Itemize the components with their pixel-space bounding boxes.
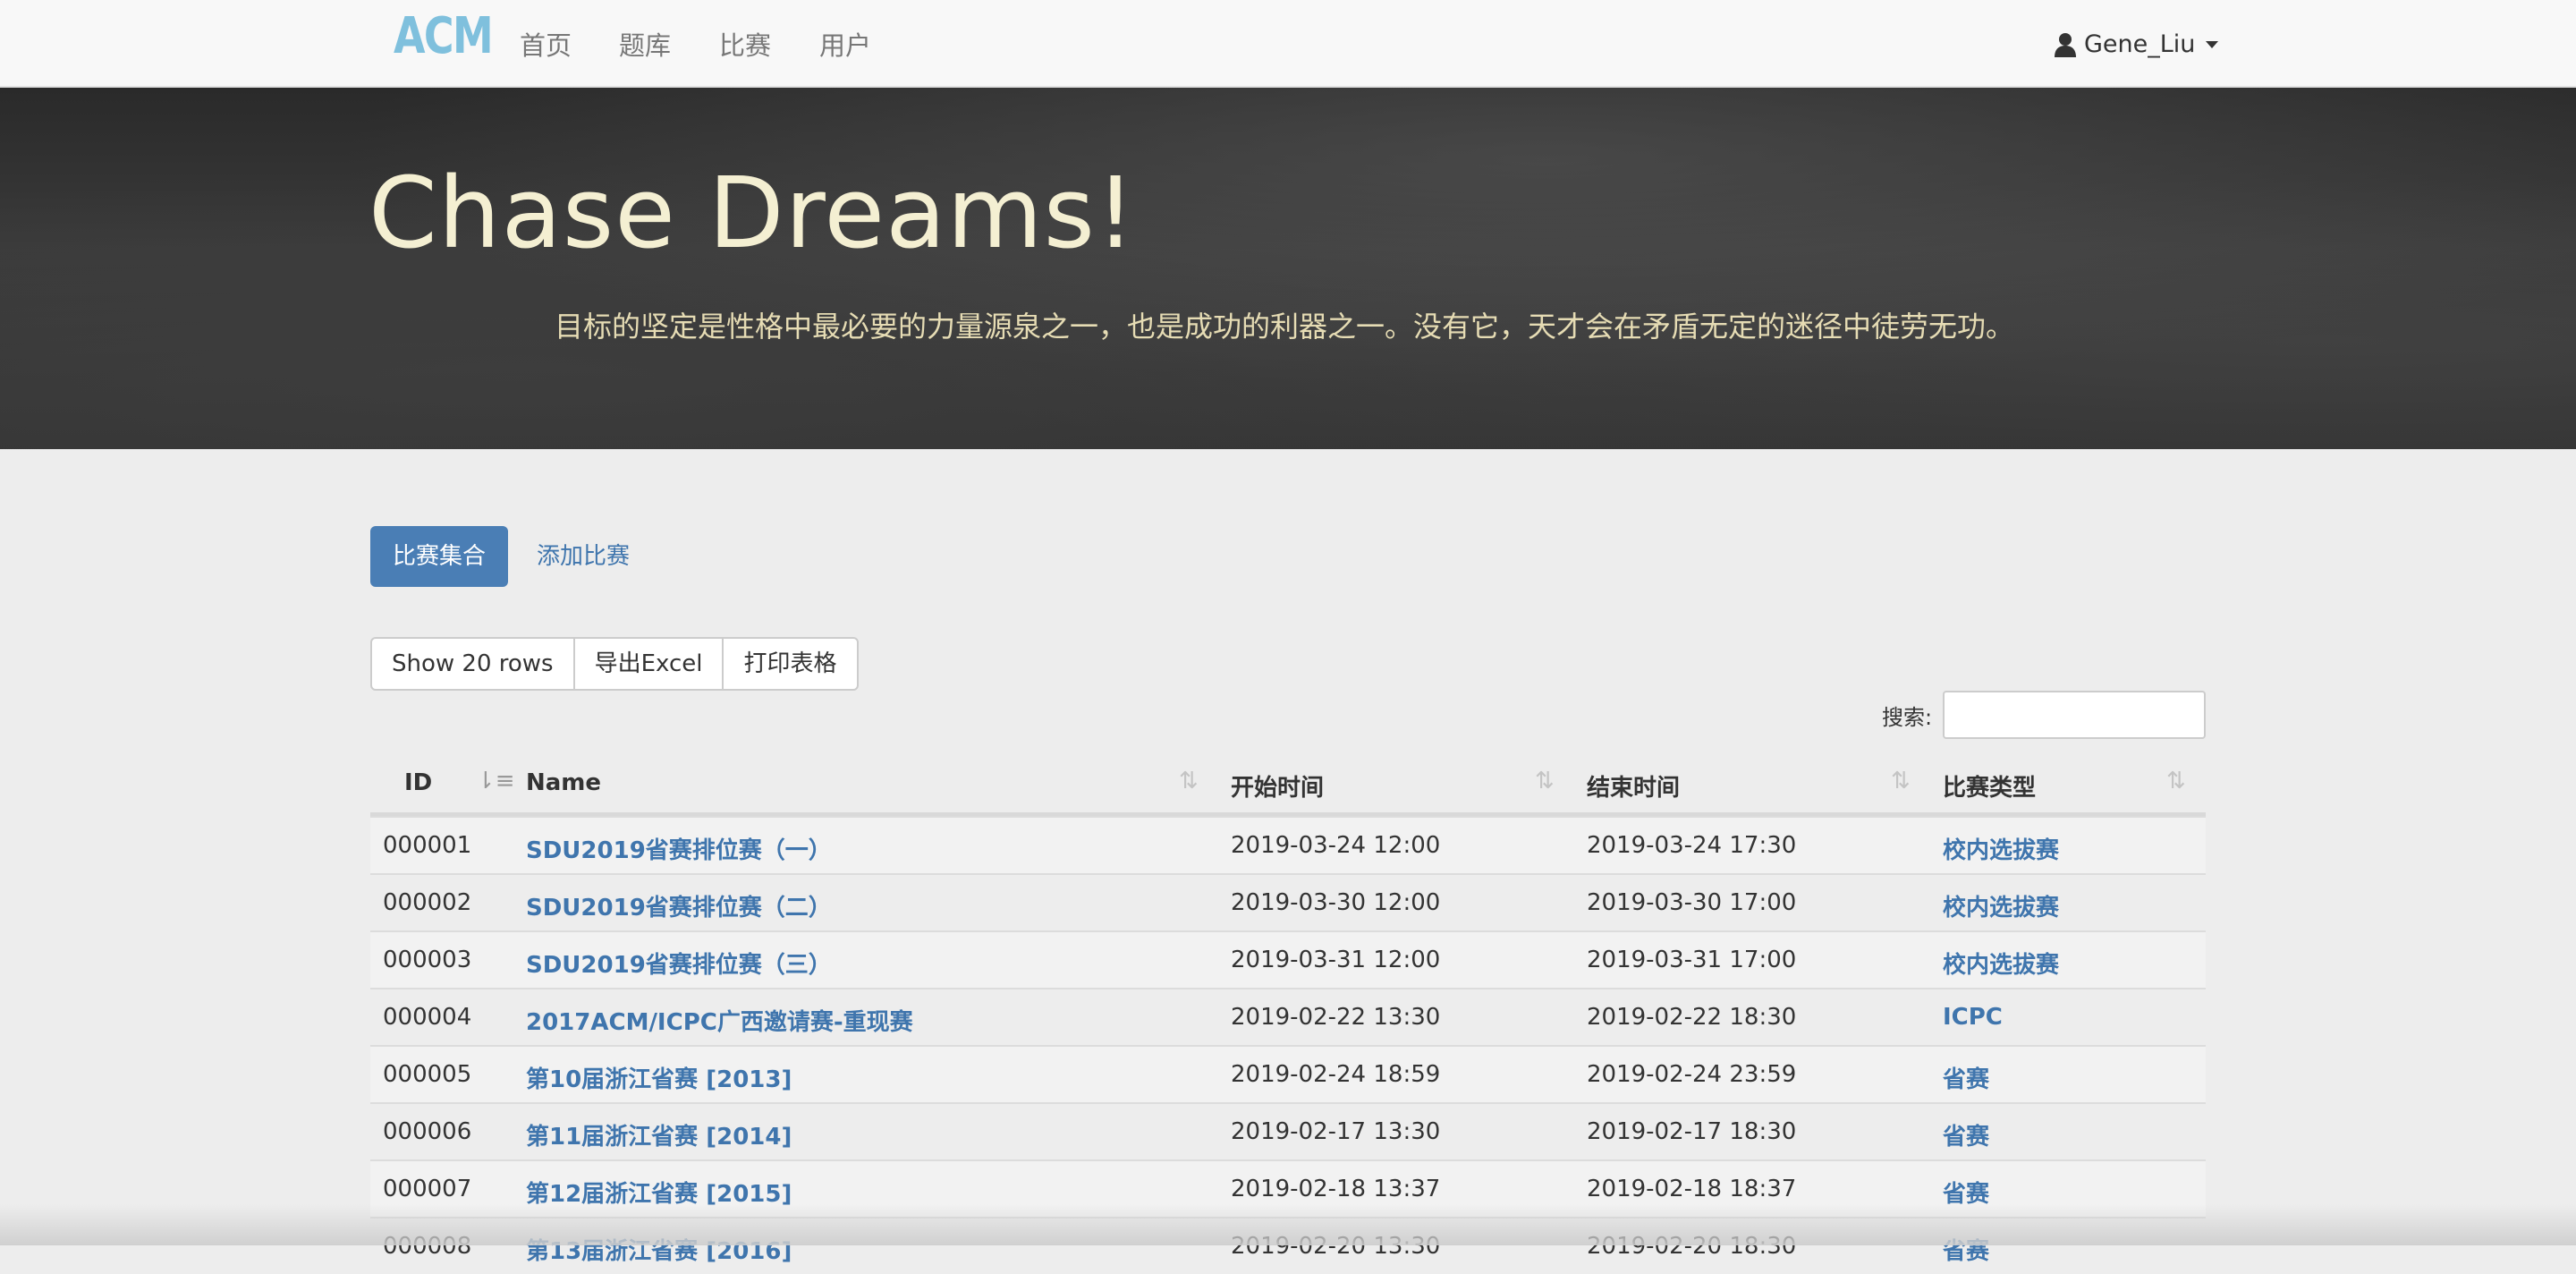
header-id[interactable]: ID xyxy=(404,769,432,796)
contest-type-link[interactable]: 校内选拔赛 xyxy=(1943,947,2059,980)
header-start-time[interactable]: 开始时间 xyxy=(1231,769,1324,803)
user-icon xyxy=(2055,32,2076,57)
cell-end-time: 2019-02-20 18:30 xyxy=(1587,1233,1797,1260)
nav-users[interactable]: 用户 xyxy=(819,25,871,63)
table-row: 000003 SDU2019省赛排位赛（三） 2019-03-31 12:00 … xyxy=(370,930,2206,988)
cell-start-time: 2019-03-31 12:00 xyxy=(1231,947,1441,973)
cell-id: 000002 xyxy=(383,889,472,916)
table-row: 000006 第11届浙江省赛 [2014] 2019-02-17 13:30 … xyxy=(370,1102,2206,1159)
user-name: Gene_Liu xyxy=(2084,30,2196,58)
contest-name-link[interactable]: 第11届浙江省赛 [2014] xyxy=(526,1118,792,1151)
cell-id: 000003 xyxy=(383,947,472,973)
print-table-button[interactable]: 打印表格 xyxy=(724,639,856,689)
cell-id: 000007 xyxy=(383,1176,472,1202)
contest-name-link[interactable]: 第10届浙江省赛 [2013] xyxy=(526,1061,792,1094)
table-row: 000005 第10届浙江省赛 [2013] 2019-02-24 18:59 … xyxy=(370,1045,2206,1102)
navbar: ACM 首页 题库 比赛 用户 Gene_Liu xyxy=(0,0,2576,88)
cell-start-time: 2019-03-30 12:00 xyxy=(1231,889,1441,916)
cell-end-time: 2019-02-17 18:30 xyxy=(1587,1118,1797,1145)
cell-start-time: 2019-02-18 13:37 xyxy=(1231,1176,1441,1202)
cell-id: 000006 xyxy=(383,1118,472,1145)
cell-id: 000005 xyxy=(383,1061,472,1088)
contest-type-link[interactable]: 校内选拔赛 xyxy=(1943,889,2059,922)
nav-problems[interactable]: 题库 xyxy=(619,25,671,63)
cell-end-time: 2019-03-31 17:00 xyxy=(1587,947,1797,973)
caret-down-icon xyxy=(2206,40,2219,48)
user-menu[interactable]: Gene_Liu xyxy=(2054,30,2219,58)
table-row: 000001 SDU2019省赛排位赛（一） 2019-03-24 12:00 … xyxy=(370,816,2206,873)
cell-id: 000004 xyxy=(383,1004,472,1031)
table-row: 000004 2017ACM/ICPC广西邀请赛-重现赛 2019-02-22 … xyxy=(370,988,2206,1045)
search-input[interactable] xyxy=(1943,691,2206,739)
cell-start-time: 2019-03-24 12:00 xyxy=(1231,832,1441,859)
sort-icon[interactable]: ⇅ xyxy=(1891,768,1911,794)
contest-name-link[interactable]: SDU2019省赛排位赛（二） xyxy=(526,889,832,922)
sort-icon[interactable]: ⇅ xyxy=(1535,768,1555,794)
header-end-time[interactable]: 结束时间 xyxy=(1587,769,1680,803)
contest-type-link[interactable]: 省赛 xyxy=(1943,1061,1989,1094)
cell-end-time: 2019-03-30 17:00 xyxy=(1587,889,1797,916)
tab-contest-collection[interactable]: 比赛集合 xyxy=(370,526,508,587)
nav-contest[interactable]: 比赛 xyxy=(719,25,771,63)
cell-id: 000008 xyxy=(383,1233,472,1260)
header-name[interactable]: Name xyxy=(526,769,601,796)
sort-icon[interactable]: ⇅ xyxy=(2166,768,2186,794)
cell-end-time: 2019-02-18 18:37 xyxy=(1587,1176,1797,1202)
cell-start-time: 2019-02-22 13:30 xyxy=(1231,1004,1441,1031)
contest-type-link[interactable]: 省赛 xyxy=(1943,1176,1989,1209)
table-header: ID ⇂≡ Name ⇅ 开始时间 ⇅ 结束时间 ⇅ 比赛类型 ⇅ xyxy=(370,753,2206,816)
contest-type-link[interactable]: 校内选拔赛 xyxy=(1943,832,2059,865)
cell-end-time: 2019-03-24 17:30 xyxy=(1587,832,1797,859)
contest-name-link[interactable]: 第13届浙江省赛 [2016] xyxy=(526,1233,792,1266)
export-excel-button[interactable]: 导出Excel xyxy=(575,639,724,689)
tab-add-contest[interactable]: 添加比赛 xyxy=(537,526,630,587)
search-label: 搜索: xyxy=(1882,705,1933,730)
show-rows-button[interactable]: Show 20 rows xyxy=(372,639,575,689)
contest-type-link[interactable]: 省赛 xyxy=(1943,1233,1989,1266)
contest-name-link[interactable]: SDU2019省赛排位赛（一） xyxy=(526,832,832,865)
table-toolbar: Show 20 rows 导出Excel 打印表格 xyxy=(370,637,859,691)
sort-icon[interactable]: ⇅ xyxy=(1179,768,1199,794)
table-row: 000002 SDU2019省赛排位赛（二） 2019-03-30 12:00 … xyxy=(370,873,2206,930)
cell-start-time: 2019-02-24 18:59 xyxy=(1231,1061,1441,1088)
sort-asc-icon[interactable]: ⇂≡ xyxy=(476,768,515,794)
hero-subtitle: 目标的坚定是性格中最必要的力量源泉之一，也是成功的利器之一。没有它，天才会在矛盾… xyxy=(555,310,2015,344)
cell-start-time: 2019-02-20 13:30 xyxy=(1231,1233,1441,1260)
contest-name-link[interactable]: 第12届浙江省赛 [2015] xyxy=(526,1176,792,1209)
cell-id: 000001 xyxy=(383,832,472,859)
contest-type-link[interactable]: 省赛 xyxy=(1943,1118,1989,1151)
header-contest-type[interactable]: 比赛类型 xyxy=(1943,769,2036,803)
contest-table: ID ⇂≡ Name ⇅ 开始时间 ⇅ 结束时间 ⇅ 比赛类型 ⇅ 000001… xyxy=(370,753,2206,1274)
contest-type-link[interactable]: ICPC xyxy=(1943,1004,2003,1031)
cell-end-time: 2019-02-24 23:59 xyxy=(1587,1061,1797,1088)
hero-banner: Chase Dreams! 目标的坚定是性格中最必要的力量源泉之一，也是成功的利… xyxy=(0,88,2576,449)
table-row: 000008 第13届浙江省赛 [2016] 2019-02-20 13:30 … xyxy=(370,1217,2206,1274)
nav-home[interactable]: 首页 xyxy=(520,25,572,63)
cell-start-time: 2019-02-17 13:30 xyxy=(1231,1118,1441,1145)
brand-logo[interactable]: ACM xyxy=(394,7,494,65)
hero-title: Chase Dreams! xyxy=(369,156,1137,270)
contest-name-link[interactable]: 2017ACM/ICPC广西邀请赛-重现赛 xyxy=(526,1004,913,1037)
cell-end-time: 2019-02-22 18:30 xyxy=(1587,1004,1797,1031)
table-row: 000007 第12届浙江省赛 [2015] 2019-02-18 13:37 … xyxy=(370,1159,2206,1217)
contest-name-link[interactable]: SDU2019省赛排位赛（三） xyxy=(526,947,832,980)
